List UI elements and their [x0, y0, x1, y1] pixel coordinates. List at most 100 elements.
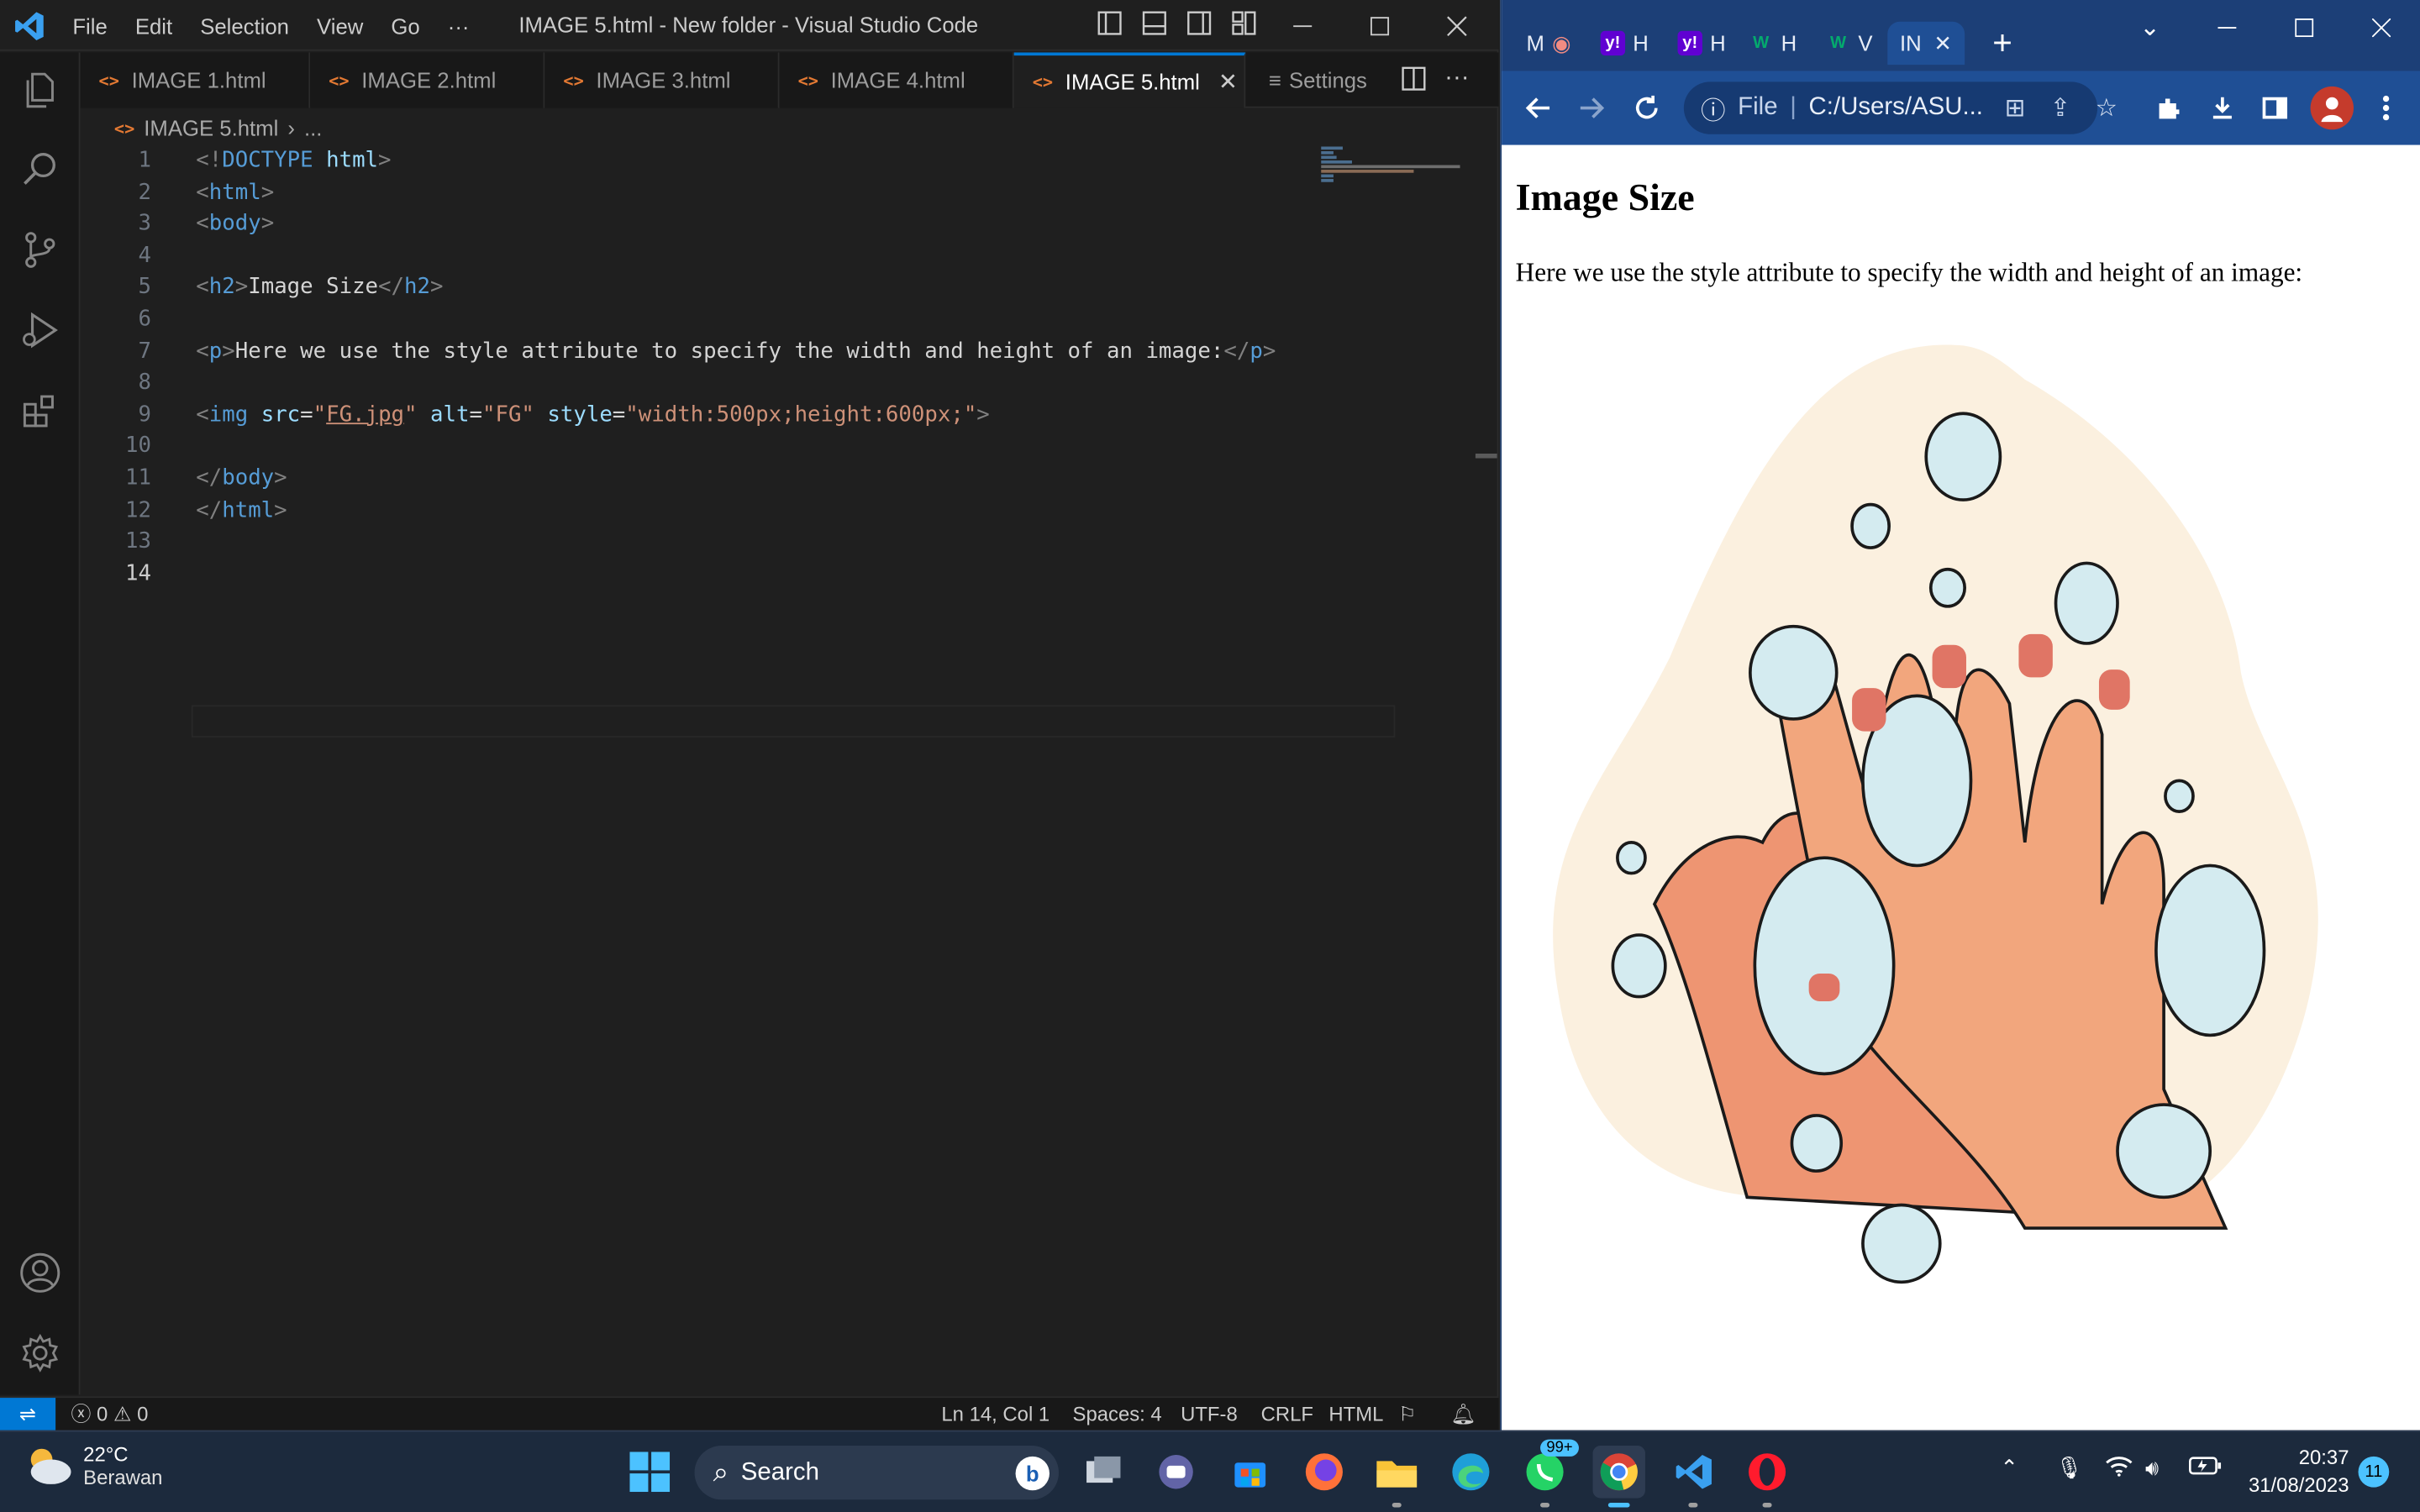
breadcrumb-rest[interactable]: ...: [304, 116, 322, 140]
close-tab-icon[interactable]: ✕: [1933, 30, 1952, 56]
microphone-icon[interactable]: 🎙︎: [2056, 1455, 2084, 1481]
task-view-icon[interactable]: [1077, 1446, 1129, 1498]
code-editor[interactable]: 1 <!DOCTYPE html> 2 <html> 3 <body> 4 5 <h2>…: [81, 145, 1396, 1395]
indentation[interactable]: Spaces: 4: [1073, 1398, 1162, 1431]
menu-selection[interactable]: Selection: [187, 13, 303, 38]
breadcrumb-file[interactable]: IMAGE 5.html: [144, 116, 278, 140]
share-icon[interactable]: ⇪: [2050, 92, 2071, 123]
back-arrow-icon[interactable]: [1520, 90, 1557, 127]
problems-indicator[interactable]: ⓧ 0 ⚠ 0: [71, 1398, 148, 1431]
toggle-primary-sidebar-icon[interactable]: [1096, 9, 1123, 37]
windows-logo-icon: [629, 1452, 671, 1493]
battery-icon[interactable]: [2188, 1455, 2222, 1481]
minimize-button[interactable]: [2196, 13, 2258, 44]
address-bar[interactable]: ⓘ File | C:/Users/ASU... ⊞ ⇪ ☆: [1683, 81, 2118, 134]
maximize-button[interactable]: [1343, 0, 1417, 51]
toggle-panel-icon[interactable]: [1140, 9, 1168, 37]
teams-chat-icon[interactable]: [1150, 1446, 1202, 1498]
menu-file[interactable]: File: [59, 13, 122, 38]
feedback-icon[interactable]: ⚐: [1398, 1398, 1416, 1431]
close-button[interactable]: [1420, 0, 1494, 51]
code-line: 1 <!DOCTYPE html>: [138, 148, 392, 173]
tab-search-chevron-icon[interactable]: ⌄: [2119, 13, 2181, 44]
whatsapp-badge: 99+: [1540, 1439, 1579, 1457]
profile-avatar[interactable]: [2310, 86, 2354, 130]
start-button[interactable]: [623, 1446, 676, 1498]
menu-go[interactable]: Go: [377, 13, 434, 38]
side-panel-icon[interactable]: [2256, 90, 2293, 127]
extensions-puzzle-icon[interactable]: [2150, 90, 2187, 127]
browser-tab[interactable]: WV: [1826, 22, 1873, 65]
remote-indicator[interactable]: ⇌: [0, 1398, 56, 1432]
run-debug-icon[interactable]: [15, 306, 65, 355]
more-actions-icon[interactable]: ···: [1444, 66, 1469, 91]
weather-widget[interactable]: 22°C Berawan: [22, 1442, 163, 1488]
search-icon[interactable]: [15, 145, 65, 195]
tab-title: V: [1858, 30, 1873, 56]
toggle-secondary-sidebar-icon[interactable]: [1186, 9, 1213, 37]
end-of-line[interactable]: CRLF: [1261, 1398, 1313, 1431]
browser-tab[interactable]: y! H: [1600, 22, 1649, 65]
accounts-icon[interactable]: [15, 1248, 65, 1298]
tab-image-4[interactable]: <> IMAGE 4.html: [779, 52, 1014, 108]
maximize-button[interactable]: [2274, 13, 2335, 44]
menu-edit[interactable]: Edit: [121, 13, 186, 38]
code-line: 6: [138, 307, 151, 332]
html-file-icon: <>: [563, 70, 584, 91]
html-file-icon: <>: [1032, 71, 1054, 92]
customize-layout-icon[interactable]: [1230, 9, 1258, 37]
notification-count[interactable]: 11: [2358, 1456, 2390, 1488]
browser-tab-active[interactable]: IN ✕: [1887, 21, 1965, 66]
close-button[interactable]: [2350, 13, 2412, 44]
reload-icon[interactable]: [1628, 90, 1665, 127]
opera-icon[interactable]: [1741, 1446, 1793, 1508]
encoding[interactable]: UTF-8: [1181, 1398, 1238, 1431]
tab-image-2[interactable]: <> IMAGE 2.html: [310, 52, 545, 108]
tab-settings[interactable]: ≡ Settings: [1269, 52, 1367, 108]
source-control-icon[interactable]: [15, 225, 65, 275]
chrome-taskbar-icon[interactable]: [1592, 1446, 1645, 1508]
manage-gear-icon[interactable]: [15, 1328, 65, 1378]
notifications-bell-icon[interactable]: 🔔︎: [1451, 1398, 1476, 1431]
vscode-titlebar: File Edit Selection View Go ··· IMAGE 5.…: [0, 0, 1499, 51]
show-hidden-icons-chevron-icon[interactable]: ⌃: [2000, 1455, 2018, 1481]
firefox-icon[interactable]: [1298, 1446, 1350, 1498]
chrome-toolbar: ⓘ File | C:/Users/ASU... ⊞ ⇪ ☆: [1502, 71, 2420, 145]
forward-arrow-icon[interactable]: [1573, 90, 1610, 127]
volume-icon[interactable]: 🔊︎: [2145, 1455, 2159, 1481]
system-clock[interactable]: 20:37 31/08/2023: [2223, 1444, 2349, 1499]
explorer-icon[interactable]: [15, 65, 65, 114]
file-explorer-icon[interactable]: [1370, 1446, 1423, 1508]
chrome-menu-icon[interactable]: [2368, 90, 2405, 127]
vscode-taskbar-icon[interactable]: [1667, 1446, 1719, 1508]
tab-image-1[interactable]: <> IMAGE 1.html: [80, 52, 311, 108]
search-label: Search: [740, 1458, 819, 1485]
browser-tab[interactable]: y! H: [1677, 22, 1726, 65]
close-tab-icon[interactable]: ✕: [1218, 68, 1238, 96]
language-mode[interactable]: HTML: [1328, 1398, 1383, 1431]
new-tab-icon[interactable]: +: [1992, 24, 2012, 64]
minimize-button[interactable]: [1265, 0, 1339, 51]
close-icon: [1447, 15, 1467, 36]
taskbar-search[interactable]: ⌕ Search b: [694, 1446, 1059, 1500]
browser-tab[interactable]: WH: [1749, 22, 1797, 65]
cursor-position[interactable]: Ln 14, Col 1: [941, 1398, 1050, 1431]
wifi-icon[interactable]: [2105, 1455, 2133, 1481]
info-icon[interactable]: ⓘ: [1701, 90, 1725, 127]
edge-icon[interactable]: [1444, 1446, 1497, 1498]
download-icon[interactable]: [2204, 90, 2241, 127]
split-editor-icon[interactable]: [1402, 66, 1426, 91]
microsoft-store-icon[interactable]: [1224, 1446, 1276, 1498]
recording-icon: ◉: [1552, 29, 1571, 55]
browser-tab[interactable]: M ◉: [1527, 22, 1571, 65]
tab-image-5[interactable]: <> IMAGE 5.html ✕: [1013, 52, 1246, 108]
bookmark-star-icon[interactable]: ☆: [2096, 92, 2118, 123]
tab-image-3[interactable]: <> IMAGE 3.html: [544, 52, 780, 108]
editor-scrollbar[interactable]: [1475, 453, 1497, 459]
whatsapp-icon[interactable]: 99+: [1518, 1439, 1579, 1508]
menu-view[interactable]: View: [303, 13, 377, 38]
extensions-icon[interactable]: [15, 386, 65, 435]
tab-title: H: [1781, 30, 1797, 56]
translate-icon[interactable]: ⊞: [2005, 92, 2026, 123]
minimap[interactable]: [1318, 145, 1473, 207]
